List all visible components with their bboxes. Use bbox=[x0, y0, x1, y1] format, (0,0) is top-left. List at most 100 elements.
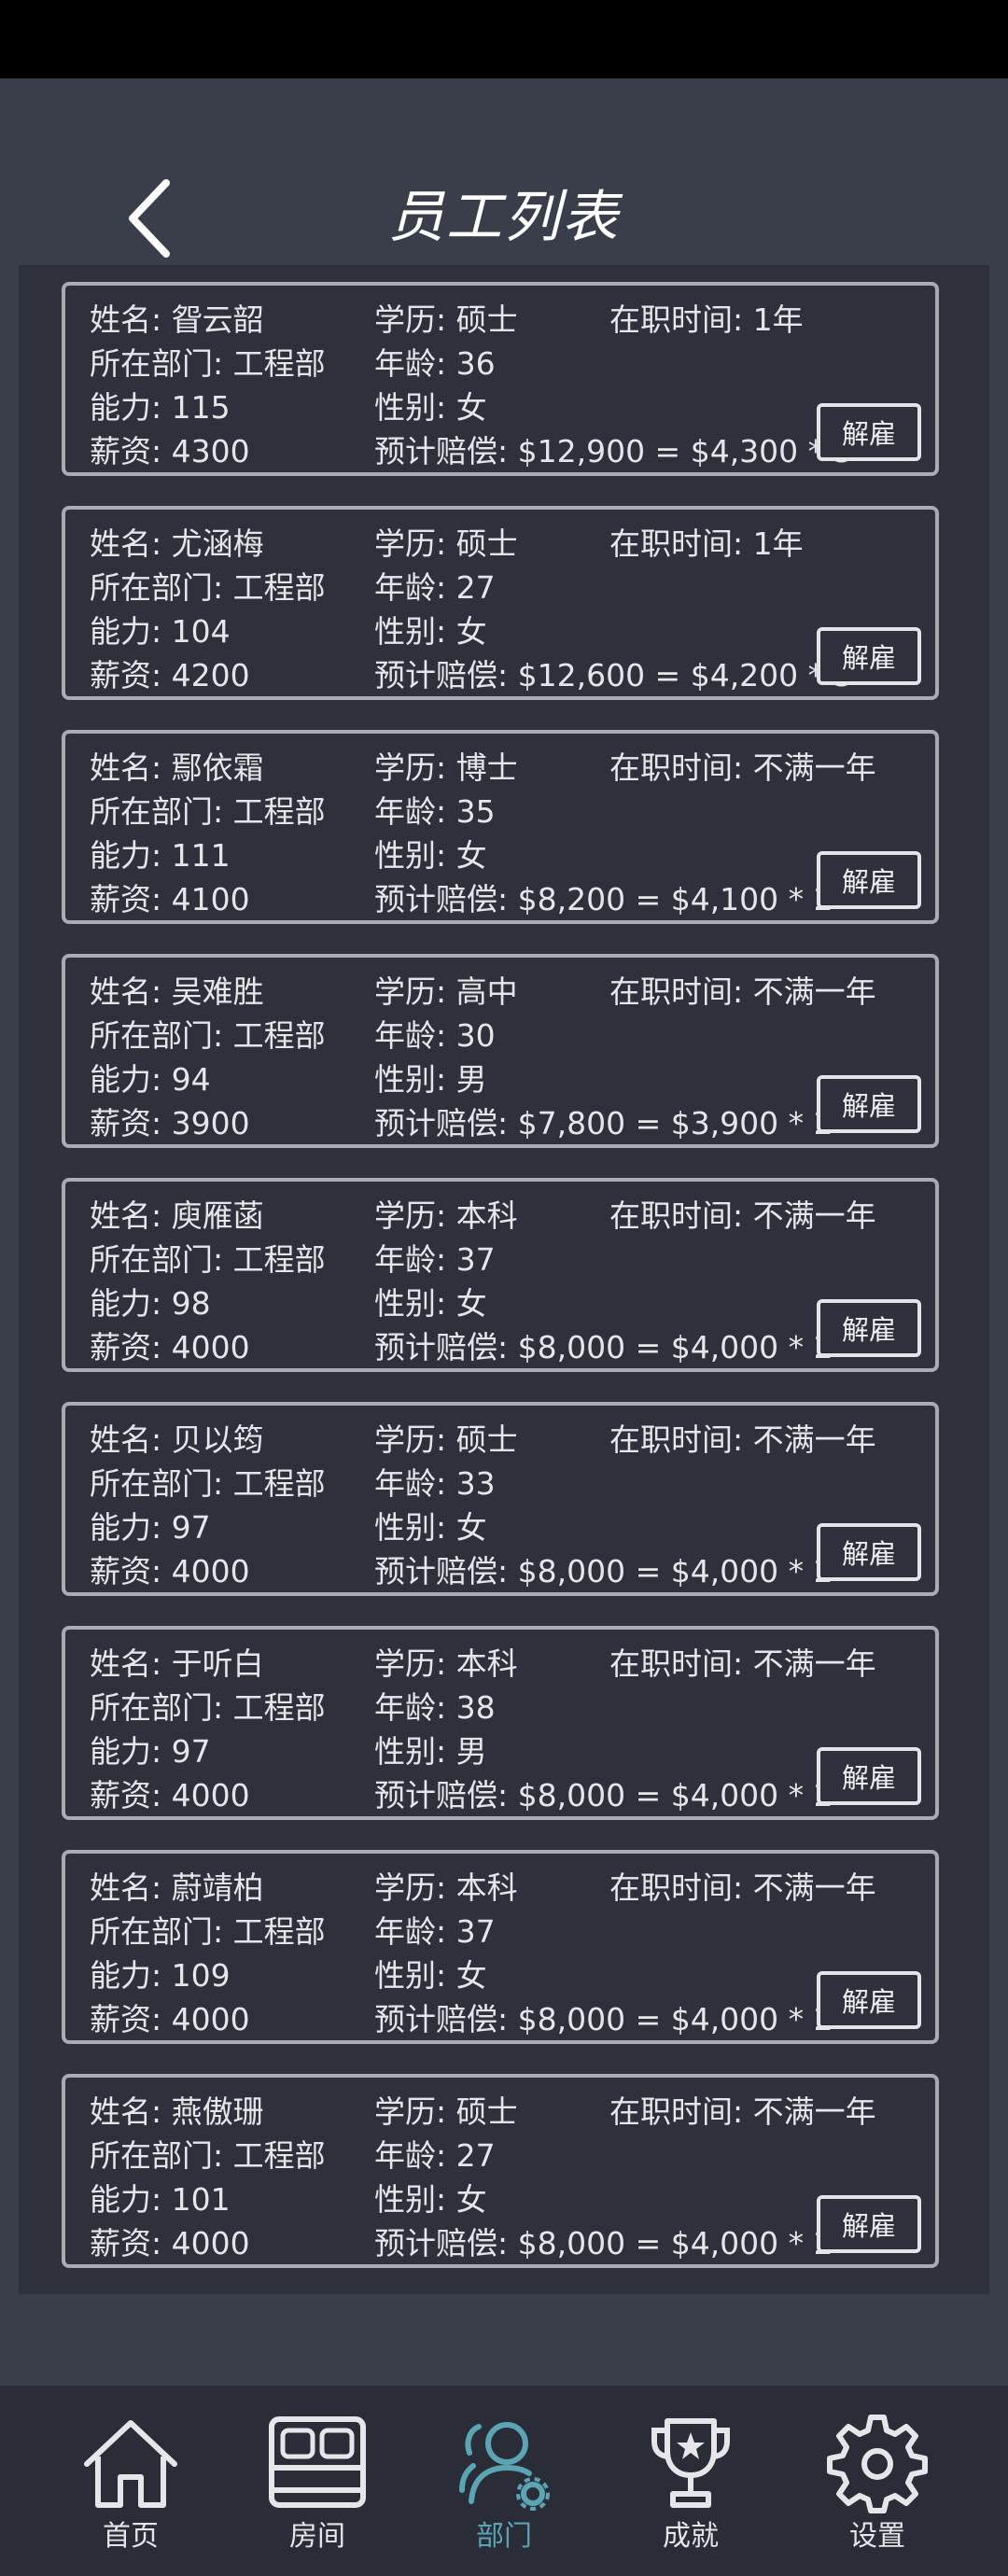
employee-name: 姓名: 眢云韶 bbox=[90, 301, 264, 338]
fire-button[interactable]: 解雇 bbox=[817, 1075, 921, 1133]
fire-button[interactable]: 解雇 bbox=[817, 851, 921, 909]
employee-card: 姓名: 吴难胜 学历: 高中 在职时间: 不满一年 所在部门: 工程部 年龄: … bbox=[62, 954, 939, 1148]
employee-tenure: 在职时间: 不满一年 bbox=[609, 2093, 876, 2130]
employee-compensation: 预计赔偿: $12,900 = $4,300 * 3 bbox=[374, 433, 853, 469]
employee-department: 所在部门: 工程部 bbox=[90, 1241, 326, 1278]
header: 员工列表 bbox=[0, 78, 1008, 265]
employee-salary: 薪资: 4300 bbox=[90, 433, 250, 469]
employee-department: 所在部门: 工程部 bbox=[90, 793, 326, 830]
employee-compensation: 预计赔偿: $8,000 = $4,000 * 2 bbox=[374, 2001, 833, 2037]
fire-button[interactable]: 解雇 bbox=[817, 403, 921, 461]
employee-age: 年龄: 38 bbox=[374, 1689, 496, 1726]
fire-button[interactable]: 解雇 bbox=[817, 1523, 921, 1581]
employee-age: 年龄: 30 bbox=[374, 1017, 496, 1054]
fire-button[interactable]: 解雇 bbox=[817, 1747, 921, 1805]
status-bar bbox=[0, 0, 1008, 78]
nav-room[interactable]: 房间 bbox=[224, 2386, 411, 2576]
employee-salary: 薪资: 3900 bbox=[90, 1105, 250, 1141]
employee-salary: 薪资: 4000 bbox=[90, 2225, 250, 2261]
employee-card: 姓名: 蔚靖柏 学历: 本科 在职时间: 不满一年 所在部门: 工程部 年龄: … bbox=[62, 1850, 939, 2044]
employee-gender: 性别: 女 bbox=[374, 1285, 487, 1322]
employee-list[interactable]: 姓名: 眢云韶 学历: 硕士 在职时间: 1年 所在部门: 工程部 年龄: 36… bbox=[19, 265, 989, 2294]
trophy-icon bbox=[651, 2418, 730, 2508]
employee-gender: 性别: 女 bbox=[374, 389, 487, 426]
employee-gender: 性别: 女 bbox=[374, 613, 487, 650]
employee-department: 所在部门: 工程部 bbox=[90, 2137, 326, 2174]
bed-icon bbox=[269, 2416, 366, 2508]
employee-education: 学历: 硕士 bbox=[374, 525, 518, 562]
employee-ability: 能力: 97 bbox=[90, 1733, 211, 1770]
employee-ability: 能力: 97 bbox=[90, 1509, 211, 1546]
nav-settings[interactable]: 设置 bbox=[784, 2386, 971, 2576]
employee-card: 姓名: 尤涵梅 学历: 硕士 在职时间: 1年 所在部门: 工程部 年龄: 27… bbox=[62, 506, 939, 700]
employee-age: 年龄: 35 bbox=[374, 793, 496, 830]
employee-education: 学历: 硕士 bbox=[374, 301, 518, 338]
employee-education: 学历: 博士 bbox=[374, 749, 518, 786]
employee-tenure: 在职时间: 1年 bbox=[609, 301, 804, 338]
employee-education: 学历: 硕士 bbox=[374, 2093, 518, 2130]
employee-compensation: 预计赔偿: $12,600 = $4,200 * 3 bbox=[374, 657, 853, 693]
home-icon bbox=[84, 2420, 177, 2508]
employee-ability: 能力: 111 bbox=[90, 837, 231, 874]
employee-card: 姓名: 鄢依霜 学历: 博士 在职时间: 不满一年 所在部门: 工程部 年龄: … bbox=[62, 730, 939, 924]
employee-name: 姓名: 于听白 bbox=[90, 1645, 264, 1682]
fire-button[interactable]: 解雇 bbox=[817, 2195, 921, 2253]
employee-name: 姓名: 贝以筠 bbox=[90, 1421, 264, 1458]
employee-ability: 能力: 109 bbox=[90, 1957, 231, 1994]
employee-salary: 薪资: 4000 bbox=[90, 2001, 250, 2037]
nav-achievement[interactable]: 成就 bbox=[597, 2386, 784, 2576]
nav-home-label: 首页 bbox=[103, 2520, 159, 2553]
employee-tenure: 在职时间: 不满一年 bbox=[609, 1421, 876, 1458]
employee-card: 姓名: 燕傲珊 学历: 硕士 在职时间: 不满一年 所在部门: 工程部 年龄: … bbox=[62, 2074, 939, 2268]
employee-compensation: 预计赔偿: $8,000 = $4,000 * 2 bbox=[374, 2225, 833, 2261]
employee-department: 所在部门: 工程部 bbox=[90, 1017, 326, 1054]
employee-salary: 薪资: 4200 bbox=[90, 657, 250, 693]
department-icon bbox=[459, 2422, 550, 2511]
employee-name: 姓名: 尤涵梅 bbox=[90, 525, 264, 562]
employee-tenure: 在职时间: 不满一年 bbox=[609, 749, 876, 786]
employee-gender: 性别: 女 bbox=[374, 1509, 487, 1546]
employee-department: 所在部门: 工程部 bbox=[90, 1465, 326, 1502]
employee-card: 姓名: 贝以筠 学历: 硕士 在职时间: 不满一年 所在部门: 工程部 年龄: … bbox=[62, 1402, 939, 1596]
employee-ability: 能力: 98 bbox=[90, 1285, 211, 1322]
employee-age: 年龄: 27 bbox=[374, 569, 496, 606]
employee-age: 年龄: 37 bbox=[374, 1913, 496, 1950]
employee-education: 学历: 本科 bbox=[374, 1869, 518, 1906]
employee-gender: 性别: 男 bbox=[374, 1061, 487, 1098]
employee-salary: 薪资: 4000 bbox=[90, 1329, 250, 1365]
employee-salary: 薪资: 4100 bbox=[90, 881, 250, 917]
employee-age: 年龄: 36 bbox=[374, 345, 496, 382]
employee-compensation: 预计赔偿: $8,200 = $4,100 * 2 bbox=[374, 881, 833, 917]
fire-button[interactable]: 解雇 bbox=[817, 1971, 921, 2029]
nav-room-label: 房间 bbox=[289, 2520, 345, 2553]
employee-ability: 能力: 115 bbox=[90, 389, 231, 426]
employee-salary: 薪资: 4000 bbox=[90, 1777, 250, 1813]
employee-tenure: 在职时间: 不满一年 bbox=[609, 973, 876, 1010]
employee-tenure: 在职时间: 1年 bbox=[609, 525, 804, 562]
nav-home[interactable]: 首页 bbox=[37, 2386, 224, 2576]
bottom-nav: 首页 房间 部门 成就 设置 bbox=[0, 2386, 1008, 2576]
employee-age: 年龄: 37 bbox=[374, 1241, 496, 1278]
employee-tenure: 在职时间: 不满一年 bbox=[609, 1869, 876, 1906]
fire-button[interactable]: 解雇 bbox=[817, 627, 921, 685]
employee-tenure: 在职时间: 不满一年 bbox=[609, 1645, 876, 1682]
fire-button[interactable]: 解雇 bbox=[817, 1299, 921, 1357]
employee-name: 姓名: 蔚靖柏 bbox=[90, 1869, 264, 1906]
employee-gender: 性别: 女 bbox=[374, 837, 487, 874]
employee-ability: 能力: 104 bbox=[90, 613, 231, 650]
employee-compensation: 预计赔偿: $8,000 = $4,000 * 2 bbox=[374, 1553, 833, 1589]
employee-ability: 能力: 101 bbox=[90, 2181, 231, 2218]
employee-name: 姓名: 庾雁菡 bbox=[90, 1197, 264, 1234]
gear-icon bbox=[827, 2415, 928, 2513]
employee-education: 学历: 硕士 bbox=[374, 1421, 518, 1458]
employee-department: 所在部门: 工程部 bbox=[90, 569, 326, 606]
nav-department-label: 部门 bbox=[476, 2520, 532, 2553]
employee-card: 姓名: 眢云韶 学历: 硕士 在职时间: 1年 所在部门: 工程部 年龄: 36… bbox=[62, 282, 939, 476]
employee-card: 姓名: 庾雁菡 学历: 本科 在职时间: 不满一年 所在部门: 工程部 年龄: … bbox=[62, 1178, 939, 1372]
nav-achievement-label: 成就 bbox=[663, 2520, 719, 2553]
nav-department[interactable]: 部门 bbox=[411, 2386, 597, 2576]
employee-compensation: 预计赔偿: $8,000 = $4,000 * 2 bbox=[374, 1777, 833, 1813]
employee-gender: 性别: 女 bbox=[374, 2181, 487, 2218]
employee-tenure: 在职时间: 不满一年 bbox=[609, 1197, 876, 1234]
employee-salary: 薪资: 4000 bbox=[90, 1553, 250, 1589]
